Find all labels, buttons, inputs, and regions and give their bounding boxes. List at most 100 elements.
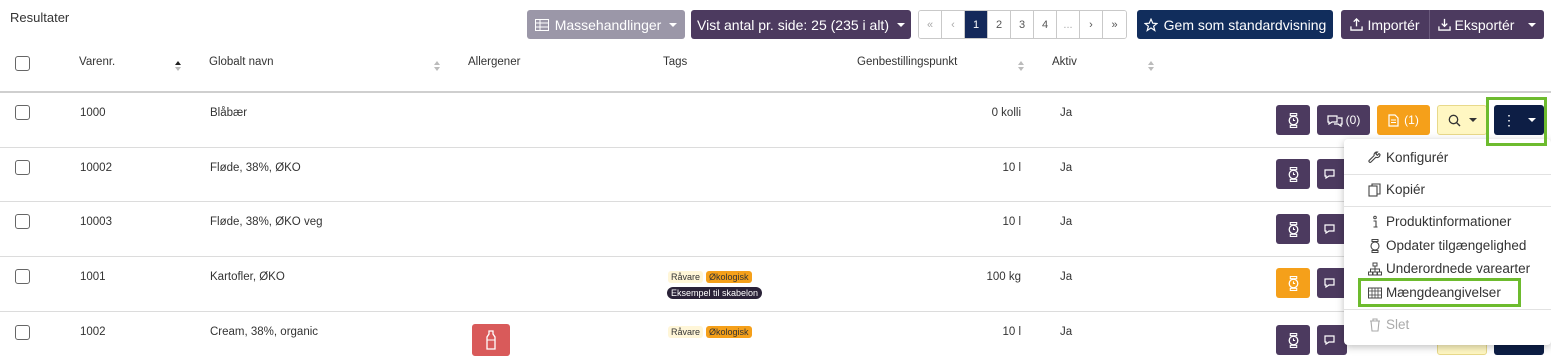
highlight-quantities-item — [1358, 278, 1521, 307]
page-next[interactable]: › — [1080, 11, 1103, 38]
save-default-view-button[interactable]: Gem som standardvisning — [1137, 10, 1333, 39]
comments-icon — [1324, 334, 1335, 345]
availability-button[interactable] — [1276, 268, 1310, 298]
import-label: Importér — [1367, 16, 1420, 33]
page-last[interactable]: » — [1103, 11, 1126, 38]
documents-button[interactable]: (1) — [1377, 105, 1430, 135]
menu-divider — [1344, 309, 1551, 310]
cell-reorder: 10 l — [1002, 216, 1021, 228]
menu-item-update-availability[interactable]: Opdater tilgængelighed — [1368, 238, 1526, 253]
page-1[interactable]: 1 — [965, 11, 988, 38]
menu-item-label: Kopiér — [1386, 182, 1426, 197]
menu-item-product-info[interactable]: Produktinformationer — [1368, 214, 1511, 229]
search-dropdown-button[interactable] — [1437, 105, 1487, 135]
cell-varenr: 10002 — [80, 162, 112, 174]
comments-button[interactable]: (0) — [1317, 105, 1370, 135]
page-3[interactable]: 3 — [1011, 11, 1034, 38]
page-title: Resultater — [10, 10, 70, 25]
trash-icon — [1370, 317, 1380, 332]
table-icon — [534, 18, 549, 31]
search-icon — [1448, 114, 1460, 126]
export-label: Eksportér — [1454, 16, 1515, 33]
cell-varenr: 1001 — [80, 271, 106, 283]
header-divider — [0, 91, 1551, 93]
menu-item-sub-types[interactable]: Underordnede varearter — [1368, 261, 1530, 276]
hierarchy-icon — [1368, 262, 1382, 275]
availability-button[interactable] — [1276, 105, 1310, 135]
sort-asc-icon[interactable] — [175, 61, 182, 72]
row-checkbox[interactable] — [15, 160, 30, 175]
availability-button[interactable] — [1276, 214, 1310, 244]
menu-item-label: Konfigurér — [1386, 150, 1449, 165]
per-page-select[interactable]: Vist antal pr. side: 25 (235 i alt) — [691, 10, 911, 39]
watch-icon — [1288, 166, 1298, 182]
import-button[interactable]: Importér — [1341, 10, 1429, 39]
chevron-down-icon — [896, 22, 905, 27]
sort-icon[interactable] — [434, 61, 441, 72]
row-checkbox[interactable] — [15, 325, 30, 340]
row-divider — [0, 256, 1551, 257]
row-checkbox[interactable] — [15, 269, 30, 284]
per-page-label: Vist antal pr. side: 25 (235 i alt) — [697, 16, 889, 33]
cell-name[interactable]: Fløde, 38%, ØKO — [210, 162, 301, 174]
cell-active: Ja — [1060, 326, 1073, 338]
tag-raw: Råvare — [668, 271, 704, 283]
menu-item-copy[interactable]: Kopiér — [1368, 182, 1425, 197]
cell-reorder: 10 l — [1002, 162, 1021, 174]
select-all-checkbox[interactable] — [15, 56, 30, 71]
page-first[interactable]: « — [919, 11, 942, 38]
tag-organic: Økologisk — [706, 326, 752, 338]
column-header-reorder[interactable]: Genbestillingspunkt — [857, 56, 957, 68]
cell-active: Ja — [1060, 271, 1073, 283]
comments-button[interactable] — [1317, 325, 1347, 355]
page-4[interactable]: 4 — [1034, 11, 1057, 38]
cell-varenr: 1002 — [80, 326, 106, 338]
cell-active: Ja — [1060, 162, 1073, 174]
page-2[interactable]: 2 — [988, 11, 1011, 38]
column-header-tags: Tags — [663, 56, 688, 68]
tag-organic: Økologisk — [706, 271, 752, 283]
cell-name[interactable]: Kartofler, ØKO — [210, 271, 285, 283]
pagination: « ‹ 1 2 3 4 ... › » — [918, 10, 1127, 39]
cell-name[interactable]: Blåbær — [210, 107, 247, 119]
sort-icon[interactable] — [1018, 61, 1025, 72]
availability-button[interactable] — [1276, 325, 1310, 355]
watch-icon — [1370, 238, 1380, 253]
row-checkbox[interactable] — [15, 214, 30, 229]
chevron-down-icon — [669, 22, 678, 27]
comments-icon — [1324, 277, 1335, 288]
menu-divider — [1344, 206, 1551, 207]
comments-button[interactable] — [1317, 214, 1347, 244]
menu-item-label: Underordnede varearter — [1386, 261, 1531, 276]
comments-icon — [1324, 223, 1335, 234]
cell-name[interactable]: Cream, 38%, organic — [210, 326, 318, 338]
comments-icon — [1324, 168, 1335, 179]
export-button[interactable]: Eksportér — [1429, 10, 1544, 39]
row-checkbox[interactable] — [15, 105, 30, 120]
menu-item-configure[interactable]: Konfigurér — [1368, 150, 1448, 165]
milk-allergen-icon — [472, 324, 510, 356]
menu-item-delete: Slet — [1368, 317, 1409, 332]
comments-button[interactable] — [1317, 268, 1347, 298]
column-header-varenr[interactable]: Varenr. — [79, 56, 115, 68]
availability-button[interactable] — [1276, 159, 1310, 189]
cell-varenr: 1000 — [80, 107, 106, 119]
column-header-allergens: Allergener — [468, 56, 521, 68]
watch-icon — [1288, 112, 1298, 128]
menu-item-label: Slet — [1386, 317, 1410, 332]
watch-icon — [1288, 332, 1298, 348]
column-header-active[interactable]: Aktiv — [1052, 56, 1077, 68]
cell-reorder: 10 l — [1002, 326, 1021, 338]
cell-active: Ja — [1060, 107, 1073, 119]
mass-actions-button[interactable]: Massehandlinger — [527, 10, 685, 39]
row-divider — [0, 201, 1551, 202]
column-header-name[interactable]: Globalt navn — [209, 56, 274, 68]
sort-icon[interactable] — [1148, 61, 1155, 72]
cell-active: Ja — [1060, 216, 1073, 228]
watch-icon — [1288, 275, 1298, 291]
comments-count: (0) — [1345, 113, 1361, 127]
cell-reorder: 0 kolli — [991, 107, 1021, 119]
page-prev[interactable]: ‹ — [942, 11, 965, 38]
comments-button[interactable] — [1317, 159, 1347, 189]
cell-name[interactable]: Fløde, 38%, ØKO veg — [210, 216, 323, 228]
